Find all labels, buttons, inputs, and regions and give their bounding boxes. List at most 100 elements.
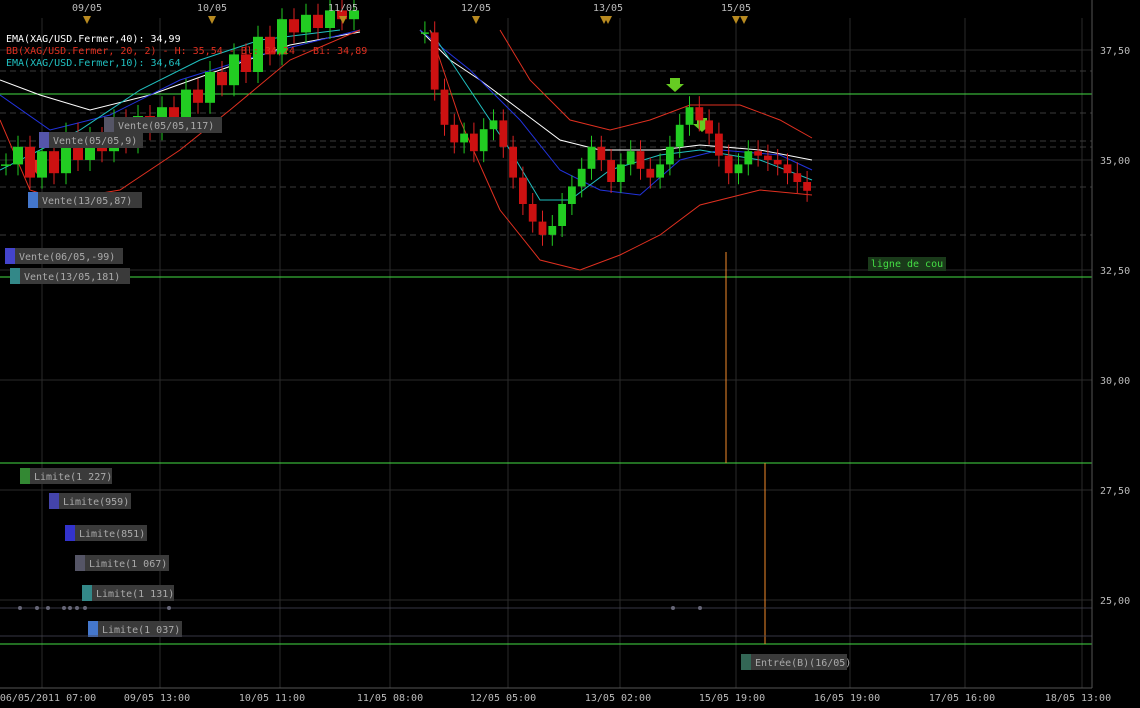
session-marker xyxy=(740,16,748,24)
order-text: Vente(05/05,117) xyxy=(118,121,214,132)
y-tick-label: 27,50 xyxy=(1100,486,1130,497)
candle-body xyxy=(715,133,723,156)
order-text: Vente(13/05,181) xyxy=(24,272,120,283)
candle-body xyxy=(450,124,459,143)
candle-body xyxy=(636,151,645,169)
order-text: Limite(1 067) xyxy=(89,559,167,570)
x-bottom-label: 15/05 19:00 xyxy=(699,693,765,704)
candle-body xyxy=(607,160,615,182)
candle-body xyxy=(724,155,733,174)
pending-dot xyxy=(62,606,66,610)
order-label[interactable]: Limite(1 067) xyxy=(75,555,169,571)
pending-dot xyxy=(671,606,675,610)
x-bottom-label: 12/05 05:00 xyxy=(470,693,536,704)
candle-body xyxy=(479,129,488,152)
order-label[interactable]: Limite(959) xyxy=(49,493,131,509)
order-label[interactable]: Vente(13/05,181) xyxy=(10,268,130,284)
order-swatch xyxy=(10,268,20,284)
candle-body xyxy=(489,120,498,130)
candle-body xyxy=(528,204,537,222)
candle-body xyxy=(509,146,517,178)
y-tick-label: 25,00 xyxy=(1100,596,1130,607)
order-label[interactable]: Vente(05/05,117) xyxy=(104,117,222,133)
session-marker xyxy=(472,16,480,24)
order-label[interactable]: Vente(06/05,-99) xyxy=(5,248,123,264)
candle-body xyxy=(803,182,811,191)
candle-body xyxy=(646,168,655,178)
pending-dot xyxy=(35,606,39,610)
candle-body xyxy=(193,89,203,103)
x-top-label: 15/05 xyxy=(721,3,751,14)
neckline-annotation: ligne de cou xyxy=(871,259,943,270)
candle-body xyxy=(430,32,439,90)
order-swatch xyxy=(65,525,75,541)
candle-body xyxy=(587,146,596,169)
axes: 37,50 35,00 32,50 30,00 27,50 25,00 09/05 10/05… xyxy=(0,0,1140,708)
x-bottom-label: 18/05 13:00 xyxy=(1045,693,1111,704)
order-text: Entrée(B)(16/05) xyxy=(755,657,851,669)
order-swatch xyxy=(88,621,98,637)
order-label[interactable]: Vente(05/05,9) xyxy=(39,132,143,148)
legend: EMA(XAG/USD.Fermer,40): 34,99BB(XAG/USD.… xyxy=(6,34,367,69)
candle-body xyxy=(205,72,215,103)
order-swatch xyxy=(5,248,15,264)
order-swatch xyxy=(49,493,59,509)
candle-body xyxy=(241,54,251,72)
candle-body xyxy=(313,14,323,28)
session-marker xyxy=(83,16,91,24)
x-bottom-label: 13/05 02:00 xyxy=(585,693,651,704)
candle-body xyxy=(744,151,753,165)
candle-body xyxy=(460,133,468,143)
order-text: Limite(1 227) xyxy=(34,472,112,483)
candle-body xyxy=(289,19,299,33)
candle-body xyxy=(1,164,11,166)
order-swatch xyxy=(82,585,92,601)
order-label[interactable]: Entrée(B)(16/05) xyxy=(741,654,851,670)
candle-body xyxy=(519,177,527,204)
session-marker xyxy=(339,16,347,24)
order-label[interactable]: Limite(851) xyxy=(65,525,147,541)
pending-dot xyxy=(167,606,171,610)
order-text: Limite(959) xyxy=(63,497,129,508)
candle-body xyxy=(764,155,772,160)
candle-body xyxy=(37,151,47,178)
candle-body xyxy=(754,151,762,156)
order-label[interactable]: Vente(13/05,87) xyxy=(28,192,142,208)
order-swatch xyxy=(39,132,49,148)
x-bottom-label: 17/05 16:00 xyxy=(929,693,995,704)
bb-upper-b xyxy=(499,29,813,139)
y-tick-label: 32,50 xyxy=(1100,266,1130,277)
x-top-label: 12/05 xyxy=(461,3,491,14)
candle-body xyxy=(440,89,449,125)
candle-body xyxy=(577,168,586,187)
candle-body xyxy=(13,146,23,165)
price-chart[interactable]: 36,5133,3428,1324,0034,30 Vente(05/05,11… xyxy=(0,0,1140,708)
x-bottom-label: 16/05 19:00 xyxy=(814,693,880,704)
x-bottom-label: 11/05 08:00 xyxy=(357,693,423,704)
candle-body xyxy=(705,120,713,134)
candle-body xyxy=(499,120,508,147)
candle-body xyxy=(695,107,704,121)
candle-body xyxy=(675,124,684,147)
candle-body xyxy=(666,146,674,165)
x-top-label: 10/05 xyxy=(197,3,227,14)
candle-body xyxy=(421,32,429,34)
candle-body xyxy=(181,89,191,121)
order-text: Vente(05/05,9) xyxy=(53,136,137,147)
x-bottom-label: 06/05/2011 07:00 xyxy=(0,693,96,704)
order-label[interactable]: Limite(1 131) xyxy=(82,585,174,601)
x-bottom-label: 09/05 13:00 xyxy=(124,693,190,704)
candle-body xyxy=(568,186,576,204)
order-swatch xyxy=(104,117,114,133)
x-bottom-label: 10/05 11:00 xyxy=(239,693,305,704)
order-text: Limite(851) xyxy=(79,529,145,540)
candle-body xyxy=(617,164,625,182)
order-swatch xyxy=(28,192,38,208)
y-tick-label: 37,50 xyxy=(1100,46,1130,57)
session-marker xyxy=(732,16,740,24)
pending-dot xyxy=(68,606,72,610)
order-label[interactable]: Limite(1 227) xyxy=(20,468,112,484)
y-tick-label: 35,00 xyxy=(1100,156,1130,167)
order-label[interactable]: Limite(1 037) xyxy=(88,621,182,637)
x-top-label: 09/05 xyxy=(72,3,102,14)
